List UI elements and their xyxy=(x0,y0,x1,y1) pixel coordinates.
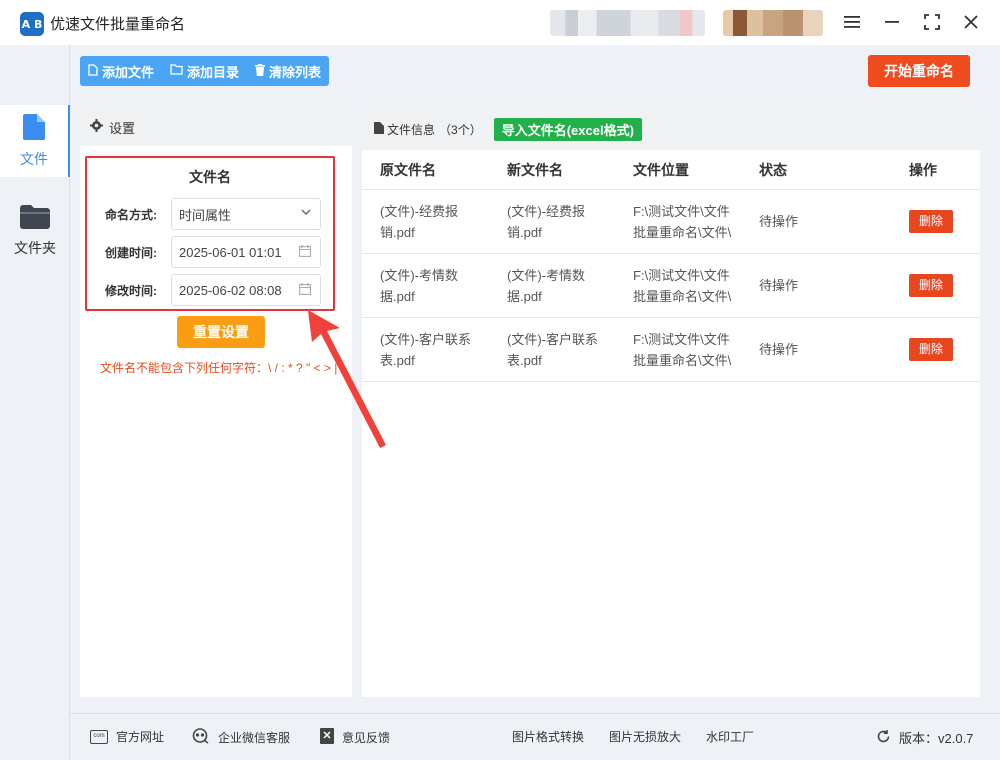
file-location: F:\测试文件\文件批量重命名\文件\ xyxy=(633,331,732,368)
file-count: （3个） xyxy=(439,122,482,137)
feedback-icon xyxy=(320,728,334,747)
add-file-button[interactable]: 添加文件 xyxy=(80,56,162,86)
delete-button[interactable]: 删除 xyxy=(909,274,953,297)
settings-header: 设置 xyxy=(80,108,352,146)
nav-item-file[interactable]: 文件 xyxy=(0,105,70,177)
file-table: 原文件名 新文件名 文件位置 状态 操作 (文件)-经费报销.pdf (文件)-… xyxy=(362,150,980,382)
filename-settings-highlight: 文件名 命名方式: 时间属性 创建时间: 2025-06-01 01:01 修改… xyxy=(85,156,335,311)
close-icon[interactable] xyxy=(958,10,984,34)
website-link[interactable]: com 官方网址 xyxy=(90,728,164,745)
start-rename-button[interactable]: 开始重命名 xyxy=(868,55,970,87)
feedback-link[interactable]: 意见反馈 xyxy=(320,728,390,747)
table-row: (文件)-考情数据.pdf (文件)-考情数据.pdf F:\测试文件\文件批量… xyxy=(362,254,980,318)
footer: com 官方网址 企业微信客服 意见反馈 图片格式转换 图片无损放大 水印工厂 … xyxy=(70,713,1000,760)
file-small-icon xyxy=(374,121,384,137)
new-name: (文件)-客户联系表.pdf xyxy=(507,331,598,368)
maximize-icon[interactable] xyxy=(919,10,945,34)
toolbar: 添加文件 添加目录 清除列表 xyxy=(80,56,330,86)
watermark-link[interactable]: 水印工厂 xyxy=(706,728,754,745)
new-name: (文件)-考情数据.pdf xyxy=(507,267,585,304)
file-location: F:\测试文件\文件批量重命名\文件\ xyxy=(633,203,732,240)
add-dir-label: 添加目录 xyxy=(187,64,240,80)
title-bar: A B 优速文件批量重命名 xyxy=(0,0,1000,45)
add-dir-button[interactable]: 添加目录 xyxy=(162,56,247,86)
nav-item-folder-label: 文件夹 xyxy=(14,239,56,256)
clear-list-label: 清除列表 xyxy=(269,64,322,80)
website-icon: com xyxy=(90,729,108,744)
naming-value: 时间属性 xyxy=(179,207,232,223)
created-value: 2025-06-01 01:01 xyxy=(179,244,282,260)
table-row: (文件)-客户联系表.pdf (文件)-客户联系表.pdf F:\测试文件\文件… xyxy=(362,318,980,382)
col-location: 文件位置 xyxy=(633,161,689,178)
wechat-service-link[interactable]: 企业微信客服 xyxy=(192,728,290,747)
img-convert-link[interactable]: 图片格式转换 xyxy=(512,728,584,745)
chat-icon xyxy=(192,728,210,747)
file-outline-icon xyxy=(88,63,98,79)
annotation-arrow xyxy=(308,310,386,448)
version-info[interactable]: 版本：v2.0.7 xyxy=(876,728,973,747)
original-name: (文件)-经费报销.pdf xyxy=(380,203,458,240)
gear-icon xyxy=(90,119,103,135)
redacted-avatar[interactable] xyxy=(723,10,823,36)
img-enlarge-link[interactable]: 图片无损放大 xyxy=(609,728,681,745)
settings-header-label: 设置 xyxy=(109,120,136,136)
calendar-icon xyxy=(299,245,311,260)
col-new-name: 新文件名 xyxy=(507,161,563,178)
modified-label: 修改时间: xyxy=(105,283,157,298)
section-title: 文件名 xyxy=(189,169,231,185)
reset-settings-button[interactable]: 重置设置 xyxy=(177,316,265,348)
file-info-header: 文件信息 （3个） 导入文件名(excel格式) xyxy=(362,108,980,150)
status: 待操作 xyxy=(759,214,799,229)
new-name: (文件)-经费报销.pdf xyxy=(507,203,585,240)
trash-icon xyxy=(255,63,266,79)
chevron-down-icon xyxy=(301,207,311,220)
col-action: 操作 xyxy=(909,161,937,178)
minimize-icon[interactable] xyxy=(879,10,905,34)
created-row: 创建时间: 2025-06-01 01:01 xyxy=(105,236,335,268)
app-logo: A B xyxy=(20,12,44,36)
version-label: 版本：v2.0.7 xyxy=(899,731,974,746)
status: 待操作 xyxy=(759,278,799,293)
file-info-panel: 文件信息 （3个） 导入文件名(excel格式) 原文件名 新文件名 文件位置 … xyxy=(362,108,980,697)
folder-outline-icon xyxy=(170,64,183,78)
delete-button[interactable]: 删除 xyxy=(909,338,953,361)
modified-value: 2025-06-02 08:08 xyxy=(179,282,282,298)
file-location: F:\测试文件\文件批量重命名\文件\ xyxy=(633,267,732,304)
wechat-service-label: 企业微信客服 xyxy=(218,731,291,745)
naming-label: 命名方式: xyxy=(105,207,157,222)
delete-button[interactable]: 删除 xyxy=(909,210,953,233)
menu-icon[interactable] xyxy=(839,10,865,34)
col-original-name: 原文件名 xyxy=(380,161,436,178)
naming-row: 命名方式: 时间属性 xyxy=(105,198,335,230)
modified-time-input[interactable]: 2025-06-02 08:08 xyxy=(171,274,321,306)
folder-icon xyxy=(20,204,50,232)
table-header: 原文件名 新文件名 文件位置 状态 操作 xyxy=(362,150,980,190)
feedback-label: 意见反馈 xyxy=(342,731,391,745)
import-excel-button[interactable]: 导入文件名(excel格式) xyxy=(493,117,642,141)
naming-select[interactable]: 时间属性 xyxy=(171,198,321,230)
table-row: (文件)-经费报销.pdf (文件)-经费报销.pdf F:\测试文件\文件批量… xyxy=(362,190,980,254)
clear-list-button[interactable]: 清除列表 xyxy=(247,56,329,86)
created-label: 创建时间: xyxy=(105,245,157,260)
col-status: 状态 xyxy=(759,161,787,178)
refresh-icon xyxy=(876,729,891,747)
status: 待操作 xyxy=(759,342,799,357)
nav-item-file-label: 文件 xyxy=(20,150,48,167)
created-time-input[interactable]: 2025-06-01 01:01 xyxy=(171,236,321,268)
file-info-label: 文件信息 xyxy=(387,122,436,137)
website-label: 官方网址 xyxy=(116,730,165,744)
file-icon xyxy=(23,113,45,143)
left-nav: 文件 文件夹 xyxy=(0,45,70,760)
app-title: 优速文件批量重命名 xyxy=(50,16,186,33)
redacted-user-info xyxy=(550,10,705,36)
calendar-icon xyxy=(299,283,311,298)
nav-item-folder[interactable]: 文件夹 xyxy=(0,195,70,267)
add-file-label: 添加文件 xyxy=(102,64,155,80)
